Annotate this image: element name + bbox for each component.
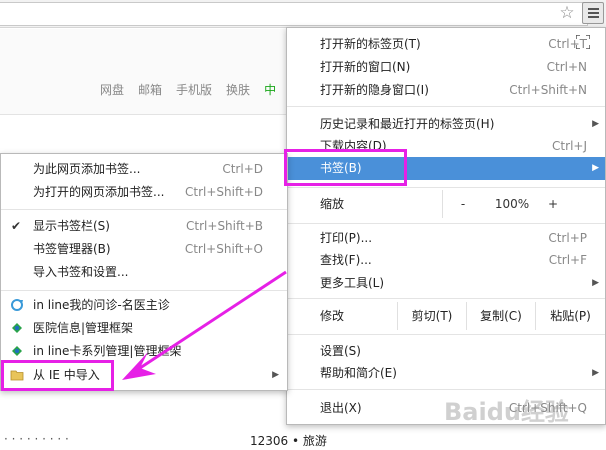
menu-separator — [287, 298, 605, 299]
menu-item-label: in line卡系列管理|管理框架 — [33, 344, 182, 358]
menu-item-label: 为此网页添加书签... — [33, 162, 141, 176]
menu-shortcut: Ctrl+Shift+D — [185, 185, 263, 199]
copy-button[interactable]: 复制(C) — [466, 302, 535, 330]
menu-shortcut: Ctrl+J — [552, 139, 587, 153]
submenu-arrow-icon: ▶ — [592, 278, 599, 288]
zoom-value: 100% — [494, 197, 530, 211]
menu-shortcut: Ctrl+F — [548, 253, 587, 267]
submenu-arrow-icon: ▶ — [592, 163, 599, 173]
nav-link-skin[interactable]: 换肤 — [226, 81, 250, 98]
menu-shortcut: Ctrl+D — [222, 162, 263, 176]
submenu-item-add-page[interactable]: 为此网页添加书签... Ctrl+D — [1, 158, 287, 180]
menu-item-label: 打开新的标签页(T) — [320, 37, 421, 51]
bookmark-star-icon[interactable]: ☆ — [557, 3, 577, 23]
zoom-label: 缩放 — [320, 197, 345, 211]
menu-item-label: 书签管理器(B) — [33, 242, 111, 256]
menu-item-label: 查找(F)... — [320, 253, 372, 267]
nav-link-mail[interactable]: 邮箱 — [138, 81, 162, 98]
menu-separator — [287, 187, 605, 188]
check-icon: ✔ — [11, 219, 22, 233]
menu-item-label: 打印(P)... — [320, 231, 373, 245]
submenu-arrow-icon: ▶ — [592, 119, 599, 129]
submenu-arrow-icon: ▶ — [272, 370, 279, 380]
menu-item-history[interactable]: 历史记录和最近打开的标签页(H) ▶ — [287, 113, 605, 135]
submenu-arrow-icon: ▶ — [592, 368, 599, 378]
bookmarks-submenu: 为此网页添加书签... Ctrl+D 为打开的网页添加书签... Ctrl+Sh… — [0, 153, 288, 391]
site-favicon-icon — [12, 346, 22, 356]
menu-shortcut: Ctrl+P — [548, 231, 587, 245]
chrome-main-menu: 打开新的标签页(T) Ctrl+T 打开新的窗口(N) Ctrl+N 打开新的隐… — [286, 27, 606, 425]
submenu-item-manager[interactable]: 书签管理器(B) Ctrl+Shift+O — [1, 238, 287, 260]
zoom-in-button[interactable]: + — [541, 190, 565, 218]
menu-item-label: 为打开的网页添加书签... — [33, 185, 165, 199]
menu-separator — [287, 334, 605, 335]
submenu-item-show-bar[interactable]: ✔ 显示书签栏(S) Ctrl+Shift+B — [1, 215, 287, 237]
menu-separator — [1, 290, 287, 291]
submenu-item-add-all[interactable]: 为打开的网页添加书签... Ctrl+Shift+D — [1, 181, 287, 203]
menu-item-label: 导入书签和设置... — [33, 265, 129, 279]
site-favicon-icon — [12, 323, 22, 333]
bookmark-item[interactable]: 医院信息|管理框架 — [1, 317, 287, 339]
nav-link-mobile[interactable]: 手机版 — [176, 81, 212, 98]
bookmark-item[interactable]: in line卡系列管理|管理框架 — [1, 340, 287, 362]
menu-shortcut: Ctrl+N — [546, 60, 587, 74]
nav-link-more[interactable]: 中 — [264, 81, 276, 98]
menu-item-more-tools[interactable]: 更多工具(L) ▶ — [287, 272, 605, 294]
menu-separator — [287, 106, 605, 107]
chrome-menu-button[interactable] — [582, 2, 604, 24]
cut-button[interactable]: 剪切(T) — [397, 302, 466, 330]
menu-shortcut: Ctrl+Shift+B — [186, 219, 263, 233]
menu-item-incognito[interactable]: 打开新的隐身窗口(I) Ctrl+Shift+N — [287, 79, 605, 101]
browser-toolbar: ☆ — [0, 0, 606, 28]
menu-item-new-window[interactable]: 打开新的窗口(N) Ctrl+N — [287, 56, 605, 78]
menu-item-print[interactable]: 打印(P)... Ctrl+P — [287, 227, 605, 249]
edit-label: 修改 — [320, 309, 345, 323]
menu-item-new-tab[interactable]: 打开新的标签页(T) Ctrl+T — [287, 33, 605, 55]
menu-shortcut: Ctrl+Shift+O — [184, 242, 263, 256]
menu-item-settings[interactable]: 设置(S) — [287, 340, 605, 362]
menu-item-label: 打开新的隐身窗口(I) — [320, 83, 429, 97]
paste-button[interactable]: 粘贴(P) — [535, 302, 605, 330]
submenu-item-import[interactable]: 导入书签和设置... — [1, 261, 287, 283]
highlight-box-bookmarks — [284, 149, 407, 186]
menu-separator — [1, 209, 287, 210]
bookmark-item[interactable]: in line我的问诊-名医主诊 — [1, 294, 287, 316]
menu-separator — [287, 223, 605, 224]
menu-item-label: 历史记录和最近打开的标签页(H) — [320, 117, 495, 131]
menu-item-label: 打开新的窗口(N) — [320, 60, 411, 74]
refresh-favicon-icon — [11, 299, 23, 311]
menu-bar-icon — [588, 16, 599, 18]
menu-item-label: 退出(X) — [320, 401, 362, 415]
menu-separator — [287, 389, 605, 390]
bottom-link-12306[interactable]: 12306 • 旅游 — [250, 432, 327, 449]
menu-item-label: 设置(S) — [320, 344, 361, 358]
fullscreen-icon[interactable] — [576, 35, 590, 49]
zoom-out-button[interactable]: - — [443, 190, 483, 218]
menu-bar-icon — [588, 12, 599, 14]
menu-item-label: 显示书签栏(S) — [33, 219, 110, 233]
menu-item-label: in line我的问诊-名医主诊 — [33, 298, 170, 312]
zoom-controls: - 100% + — [442, 190, 605, 218]
menu-item-find[interactable]: 查找(F)... Ctrl+F — [287, 249, 605, 271]
highlight-box-import — [1, 360, 114, 391]
menu-item-help[interactable]: 帮助和简介(E) ▶ — [287, 362, 605, 384]
address-bar[interactable] — [0, 2, 588, 26]
menu-item-label: 帮助和简介(E) — [320, 366, 397, 380]
site-nav: 网盘 邮箱 手机版 换肤 中 — [100, 81, 276, 98]
watermark: Baidu经验 — [444, 398, 569, 426]
menu-item-label: 更多工具(L) — [320, 276, 385, 290]
menu-shortcut: Ctrl+Shift+N — [509, 83, 587, 97]
menu-item-label: 医院信息|管理框架 — [33, 321, 134, 335]
menu-bar-icon — [588, 8, 599, 10]
nav-link-pan[interactable]: 网盘 — [100, 81, 124, 98]
bottom-faded-text: · · · · · · · · · — [4, 432, 69, 446]
